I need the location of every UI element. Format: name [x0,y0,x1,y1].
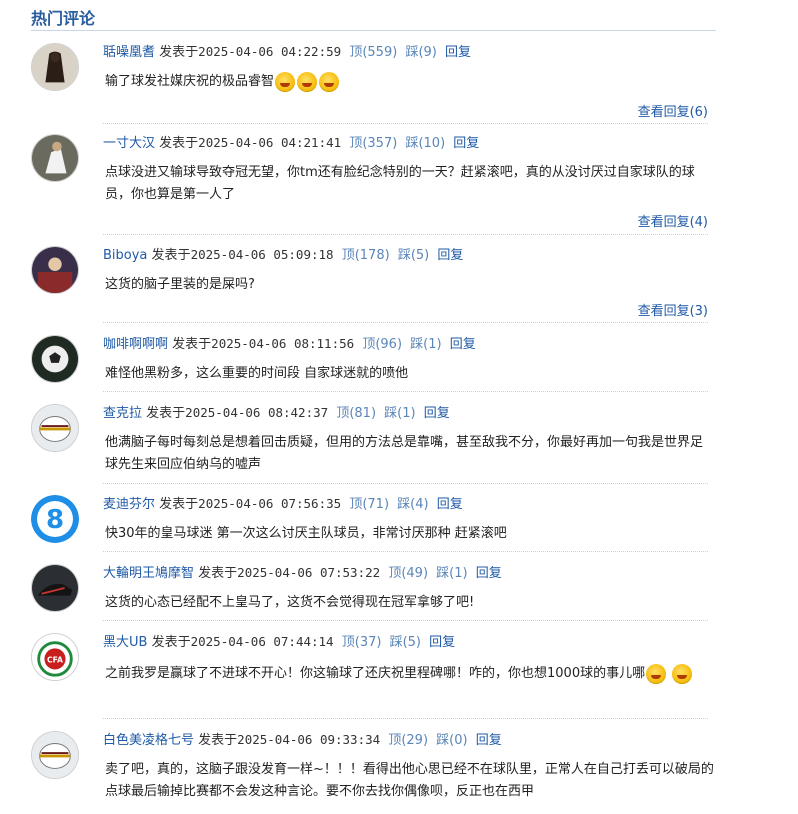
posted-label: 发表于 [198,733,238,748]
reply-button[interactable]: 回复 [424,406,450,421]
laughing-emoji-icon [646,663,667,684]
comment-username[interactable]: 黑大UB [103,635,147,650]
comment-username[interactable]: 白色美凌格七号 [103,733,194,748]
comment-text: 之前我罗是赢球了不进球不开心！你这输球了还庆祝里程碑哪！咋的，你也想1000球的… [105,666,646,681]
comment-time: 2025-04-06 09:33:34 [237,732,381,747]
comment-username[interactable]: 麦迪芬尔 [103,497,155,512]
comment-time: 2025-04-06 04:21:41 [198,135,342,150]
comment-divider [103,483,708,484]
reply-button[interactable]: 回复 [437,497,463,512]
football-avatar-icon[interactable] [31,404,79,452]
reply-button[interactable]: 回复 [476,733,502,748]
avatar-number: 8 [46,505,64,535]
upvote-button[interactable]: 顶(37) [342,635,382,650]
comment-text: 输了球发社媒庆祝的极品睿智 [105,74,275,89]
comment-time: 2025-04-06 08:11:56 [211,336,355,351]
upvote-button[interactable]: 顶(178) [342,248,390,263]
upvote-button[interactable]: 顶(29) [388,733,428,748]
cfa-badge-avatar-icon[interactable]: CFA [31,633,79,681]
reply-button[interactable]: 回复 [476,566,502,581]
comment-username[interactable]: 大輪明王鳩摩智 [103,566,194,581]
upvote-button[interactable]: 顶(71) [349,497,389,512]
comment-time: 2025-04-06 08:42:37 [185,405,329,420]
section-title: 热门评论 [31,9,96,28]
reply-button[interactable]: 回复 [437,248,463,263]
downvote-button[interactable]: 踩(10) [405,136,445,151]
comment-text-container: 之前我罗是赢球了不进球不开心！你这输球了还庆祝里程碑哪！咋的，你也想1000球的… [105,663,715,685]
comment-username[interactable]: 一寸大汉 [103,136,155,151]
upvote-button[interactable]: 顶(49) [388,566,428,581]
comment-text: 这货的心态已经配不上皇马了，这货不会觉得现在冠军拿够了吧! [105,595,475,610]
posted-label: 发表于 [151,635,191,650]
downvote-button[interactable]: 踩(5) [390,635,421,650]
view-replies-link[interactable]: 查看回复(4) [638,211,708,230]
badge-text: CFA [47,656,63,665]
laughing-emoji-icon [672,663,693,684]
comment-text-container: 输了球发社媒庆祝的极品睿智 [105,71,715,93]
comment-time: 2025-04-06 05:09:18 [190,247,334,262]
football-avatar-icon[interactable] [31,731,79,779]
comment-time: 2025-04-06 07:53:22 [237,565,381,580]
comment-username[interactable]: 查克拉 [103,406,142,421]
posted-label: 发表于 [146,406,186,421]
comment-text: 快30年的皇马球迷 第一次这么讨厌主队球员，非常讨厌那种 赶紧滚吧 [105,526,507,541]
view-replies-link[interactable]: 查看回复(3) [638,300,708,319]
reply-button[interactable]: 回复 [445,45,471,60]
comment-divider [103,620,708,621]
posted-label: 发表于 [159,136,199,151]
laughing-emoji-icon [319,71,340,92]
comment-text: 卖了吧，真的，这脑子跟没发育一样~！！！看得出他心思已经不在球队里，正常人在自己… [105,762,714,799]
downvote-button[interactable]: 踩(1) [410,337,441,352]
comment-divider [103,234,708,235]
comment-divider [103,123,708,124]
laughing-emoji-icon [275,71,296,92]
comment-username[interactable]: 咖啡啊啊啊 [103,337,168,352]
upvote-button[interactable]: 顶(559) [349,45,397,60]
downvote-button[interactable]: 踩(1) [436,566,467,581]
comment-username[interactable]: 聒噪凰耆 [103,45,155,60]
posted-label: 发表于 [159,45,199,60]
number-eight-avatar-icon[interactable]: 8 [31,495,79,543]
player-photo-avatar-icon[interactable] [31,134,79,182]
downvote-button[interactable]: 踩(1) [384,406,415,421]
downvote-button[interactable]: 踩(9) [405,45,436,60]
comment-text: 他满脑子每时每刻总是想着回击质疑，但用的方法总是靠嘴，甚至敌我不分，你最好再加一… [105,435,704,472]
comment-divider [103,391,708,392]
photo-avatar-icon[interactable] [31,246,79,294]
soccer-ball-avatar-icon[interactable] [31,335,79,383]
comment-divider [103,718,708,719]
downvote-button[interactable]: 踩(0) [436,733,467,748]
upvote-button[interactable]: 顶(81) [336,406,376,421]
comment-time: 2025-04-06 07:44:14 [190,634,334,649]
comment-username[interactable]: Biboya [103,248,147,263]
reply-button[interactable]: 回复 [453,136,479,151]
title-divider [31,30,716,31]
dark-figure-avatar-icon[interactable] [31,43,79,91]
comment-text: 难怪他黑粉多，这么重要的时间段 自家球迷就的喷他 [105,366,409,381]
shoe-avatar-icon[interactable] [31,564,79,612]
posted-label: 发表于 [172,337,212,352]
laughing-emoji-icon [297,71,318,92]
posted-label: 发表于 [159,497,199,512]
comment-divider [103,551,708,552]
comment-time: 2025-04-06 07:56:35 [198,496,342,511]
reply-button[interactable]: 回复 [450,337,476,352]
upvote-button[interactable]: 顶(357) [349,136,397,151]
comment-time: 2025-04-06 04:22:59 [198,44,342,59]
comment-divider [103,322,708,323]
downvote-button[interactable]: 踩(5) [398,248,429,263]
hot-comments-panel: 热门评论 聒噪凰耆 发表于2025-04-06 04:22:59 顶(559) … [0,0,798,814]
posted-label: 发表于 [151,248,191,263]
upvote-button[interactable]: 顶(96) [362,337,402,352]
comment-text: 这货的脑子里装的是屎吗? [105,277,255,292]
view-replies-link[interactable]: 查看回复(6) [638,101,708,120]
comment-text: 点球没进又输球导致夺冠无望，你tm还有脸纪念特别的一天？赶紧滚吧，真的从没讨厌过… [105,165,695,202]
reply-button[interactable]: 回复 [429,635,455,650]
posted-label: 发表于 [198,566,238,581]
downvote-button[interactable]: 踩(4) [397,497,428,512]
